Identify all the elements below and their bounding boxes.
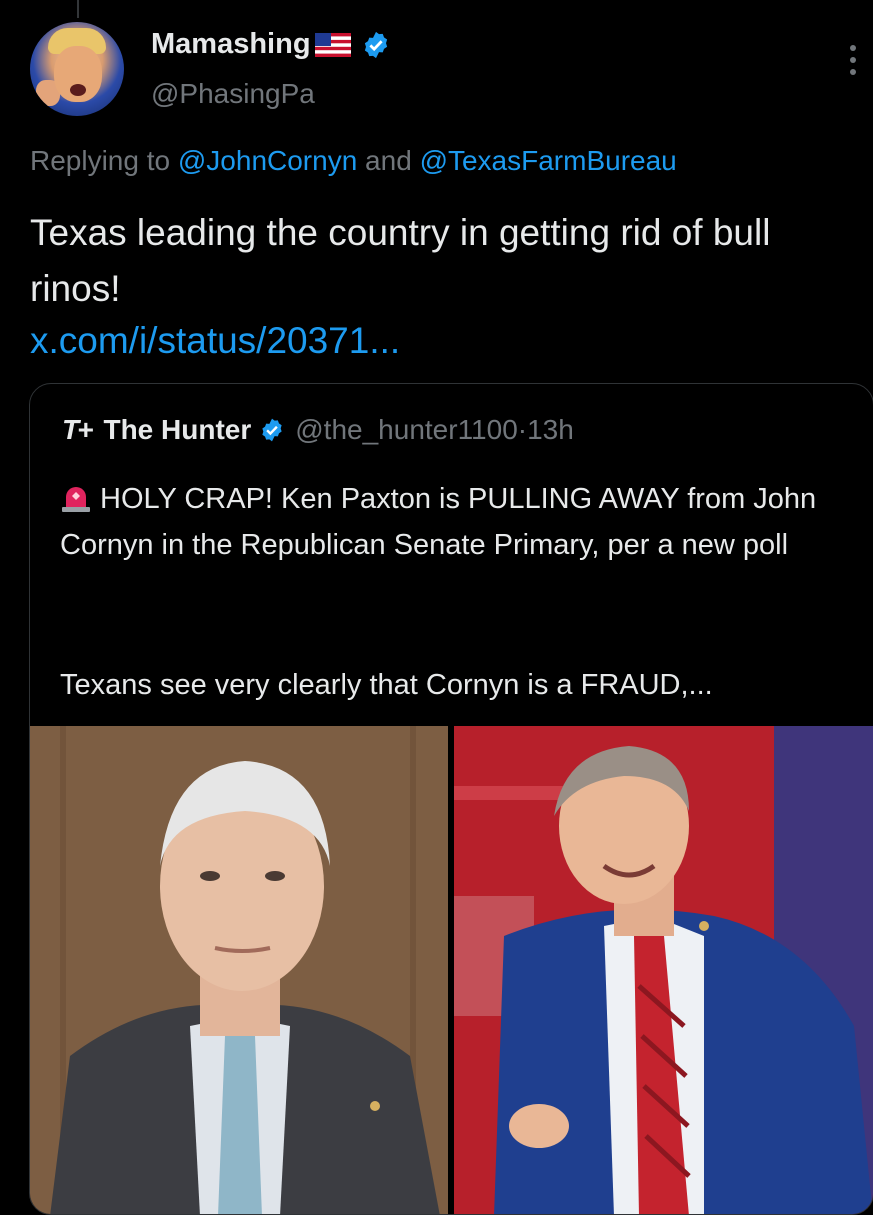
quoted-timestamp[interactable]: 13h: [527, 414, 574, 446]
quoted-author-logo: T+: [62, 414, 94, 445]
verified-badge-icon: [262, 418, 282, 442]
quoted-media-photo[interactable]: [30, 726, 448, 1214]
thread-connector-line: [77, 0, 79, 18]
verified-badge-icon: [364, 31, 387, 58]
author-handle[interactable]: @PhasingPa: [151, 78, 315, 110]
tweet-text: Texas leading the country in getting rid…: [30, 212, 771, 309]
quoted-tweet-header: T+ The Hunter @the_hunter1100 · 13h: [62, 414, 574, 446]
quoted-media-photo[interactable]: [454, 726, 873, 1214]
tweet-link[interactable]: x.com/i/status/20371...: [30, 320, 400, 362]
replying-to-line: Replying to @JohnCornyn and @TexasFarmBu…: [30, 145, 677, 176]
us-flag-icon: [314, 32, 351, 57]
mention-link[interactable]: @JohnCornyn: [178, 145, 357, 176]
quoted-author-name[interactable]: The Hunter: [103, 414, 251, 446]
avatar[interactable]: [30, 22, 124, 116]
mention-link[interactable]: @TexasFarmBureau: [420, 145, 677, 176]
meta-separator: ·: [517, 414, 528, 445]
quoted-tweet-text: HOLY CRAP! Ken Paxton is PULLING AWAY fr…: [60, 483, 817, 561]
quoted-author-handle[interactable]: @the_hunter1100: [295, 414, 518, 446]
quoted-tweet-card[interactable]: T+ The Hunter @the_hunter1100 · 13h HOLY…: [29, 383, 873, 1215]
more-options-icon[interactable]: [845, 40, 861, 80]
quoted-tweet-text-continued: Texans see very clearly that Cornyn is a…: [60, 669, 713, 701]
siren-emoji-icon: [62, 487, 90, 512]
author-display-name[interactable]: Mamashing: [151, 28, 311, 61]
author-name-row[interactable]: Mamashing: [151, 28, 391, 61]
